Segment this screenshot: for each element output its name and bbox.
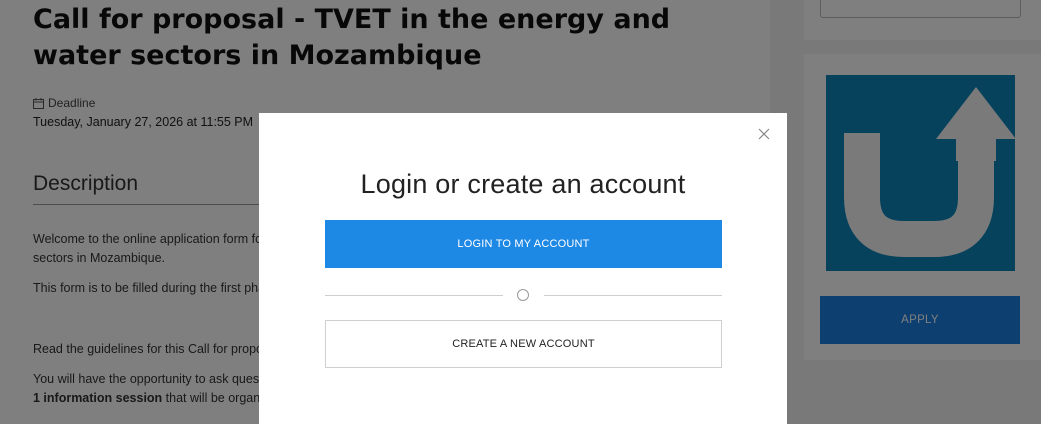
close-icon[interactable] [757, 127, 771, 141]
modal-title: Login or create an account [360, 169, 686, 199]
circle-icon [517, 289, 529, 301]
divider-line [544, 295, 722, 296]
divider-line [325, 295, 503, 296]
create-account-button[interactable]: CREATE A NEW ACCOUNT [325, 320, 722, 368]
login-modal: Login or create an account LOGIN TO MY A… [259, 113, 787, 424]
login-button[interactable]: LOGIN TO MY ACCOUNT [325, 220, 722, 268]
or-divider [325, 287, 722, 303]
